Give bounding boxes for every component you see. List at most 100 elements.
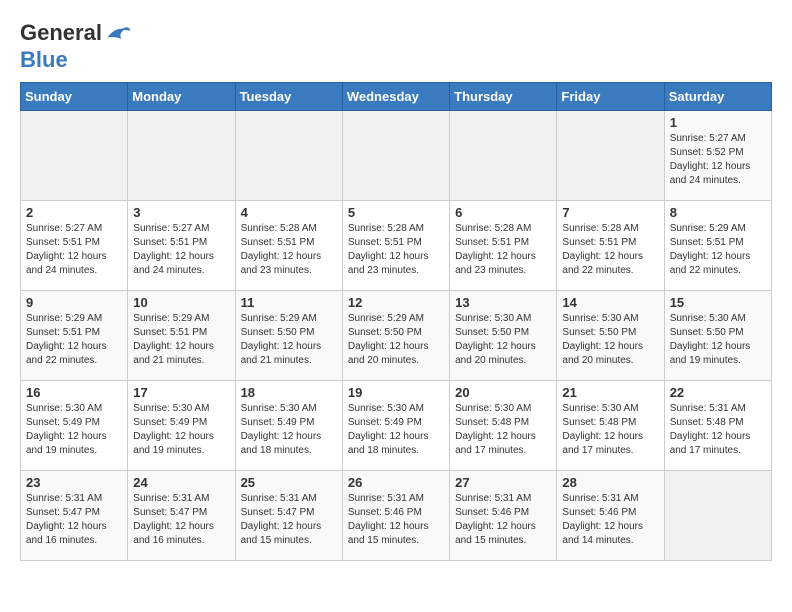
day-info: Sunrise: 5:31 AM Sunset: 5:46 PM Dayligh… — [455, 492, 551, 548]
day-cell: 27 Sunrise: 5:31 AM Sunset: 5:46 PM Dayli… — [450, 471, 557, 561]
day-number: 2 — [26, 205, 122, 220]
day-cell — [21, 111, 128, 201]
day-info: Sunrise: 5:29 AM Sunset: 5:51 PM Dayligh… — [26, 312, 122, 368]
day-number: 12 — [348, 295, 444, 310]
page-header: GeneralBlue — [20, 20, 772, 72]
day-cell: 24 Sunrise: 5:31 AM Sunset: 5:47 PM Dayli… — [128, 471, 235, 561]
week-row-3: 9 Sunrise: 5:29 AM Sunset: 5:51 PM Daylig… — [21, 291, 772, 381]
day-cell: 23 Sunrise: 5:31 AM Sunset: 5:47 PM Dayli… — [21, 471, 128, 561]
day-info: Sunrise: 5:29 AM Sunset: 5:51 PM Dayligh… — [670, 222, 766, 278]
day-cell — [557, 111, 664, 201]
day-number: 15 — [670, 295, 766, 310]
day-number: 16 — [26, 385, 122, 400]
day-cell: 15 Sunrise: 5:30 AM Sunset: 5:50 PM Dayli… — [664, 291, 771, 381]
logo-bird-icon — [104, 20, 132, 48]
day-cell: 4Sunrise: 5:28 AM Sunset: 5:51 PM Daylig… — [235, 201, 342, 291]
day-info: Sunrise: 5:27 AM Sunset: 5:51 PM Dayligh… — [26, 222, 122, 278]
day-number: 6 — [455, 205, 551, 220]
day-cell — [450, 111, 557, 201]
day-number: 3 — [133, 205, 229, 220]
day-cell: 9 Sunrise: 5:29 AM Sunset: 5:51 PM Daylig… — [21, 291, 128, 381]
day-cell: 20 Sunrise: 5:30 AM Sunset: 5:48 PM Dayli… — [450, 381, 557, 471]
logo: GeneralBlue — [20, 20, 132, 72]
header-cell-tuesday: Tuesday — [235, 83, 342, 111]
day-info: Sunrise: 5:29 AM Sunset: 5:51 PM Dayligh… — [133, 312, 229, 368]
header-cell-saturday: Saturday — [664, 83, 771, 111]
day-cell: 19 Sunrise: 5:30 AM Sunset: 5:49 PM Dayli… — [342, 381, 449, 471]
day-cell: 17Sunrise: 5:30 AM Sunset: 5:49 PM Dayli… — [128, 381, 235, 471]
day-number: 13 — [455, 295, 551, 310]
day-cell — [235, 111, 342, 201]
day-number: 19 — [348, 385, 444, 400]
day-number: 21 — [562, 385, 658, 400]
day-cell — [342, 111, 449, 201]
day-info: Sunrise: 5:27 AM Sunset: 5:51 PM Dayligh… — [133, 222, 229, 278]
day-number: 1 — [670, 115, 766, 130]
calendar-table: SundayMondayTuesdayWednesdayThursdayFrid… — [20, 82, 772, 561]
header-cell-friday: Friday — [557, 83, 664, 111]
day-info: Sunrise: 5:31 AM Sunset: 5:47 PM Dayligh… — [133, 492, 229, 548]
day-info: Sunrise: 5:30 AM Sunset: 5:48 PM Dayligh… — [455, 402, 551, 458]
week-row-4: 16 Sunrise: 5:30 AM Sunset: 5:49 PM Dayli… — [21, 381, 772, 471]
day-cell: 12 Sunrise: 5:29 AM Sunset: 5:50 PM Dayli… — [342, 291, 449, 381]
week-row-5: 23 Sunrise: 5:31 AM Sunset: 5:47 PM Dayli… — [21, 471, 772, 561]
day-info: Sunrise: 5:28 AM Sunset: 5:51 PM Dayligh… — [348, 222, 444, 278]
day-number: 7 — [562, 205, 658, 220]
day-number: 10 — [133, 295, 229, 310]
day-number: 9 — [26, 295, 122, 310]
header-cell-wednesday: Wednesday — [342, 83, 449, 111]
logo-blue: Blue — [20, 47, 68, 72]
day-cell: 8 Sunrise: 5:29 AM Sunset: 5:51 PM Daylig… — [664, 201, 771, 291]
day-cell — [664, 471, 771, 561]
day-number: 14 — [562, 295, 658, 310]
day-cell: 11Sunrise: 5:29 AM Sunset: 5:50 PM Dayli… — [235, 291, 342, 381]
day-cell: 5 Sunrise: 5:28 AM Sunset: 5:51 PM Daylig… — [342, 201, 449, 291]
day-info: Sunrise: 5:31 AM Sunset: 5:46 PM Dayligh… — [348, 492, 444, 548]
day-info: Sunrise: 5:31 AM Sunset: 5:46 PM Dayligh… — [562, 492, 658, 548]
header-cell-thursday: Thursday — [450, 83, 557, 111]
day-number: 26 — [348, 475, 444, 490]
day-number: 22 — [670, 385, 766, 400]
day-cell: 22 Sunrise: 5:31 AM Sunset: 5:48 PM Dayli… — [664, 381, 771, 471]
day-cell: 28 Sunrise: 5:31 AM Sunset: 5:46 PM Dayli… — [557, 471, 664, 561]
day-info: Sunrise: 5:31 AM Sunset: 5:47 PM Dayligh… — [241, 492, 337, 548]
day-cell — [128, 111, 235, 201]
day-cell: 1 Sunrise: 5:27 AM Sunset: 5:52 PM Daylig… — [664, 111, 771, 201]
day-info: Sunrise: 5:30 AM Sunset: 5:50 PM Dayligh… — [670, 312, 766, 368]
day-cell: 10 Sunrise: 5:29 AM Sunset: 5:51 PM Dayli… — [128, 291, 235, 381]
week-row-2: 2 Sunrise: 5:27 AM Sunset: 5:51 PM Daylig… — [21, 201, 772, 291]
day-info: Sunrise: 5:30 AM Sunset: 5:49 PM Dayligh… — [133, 402, 229, 458]
day-cell: 16 Sunrise: 5:30 AM Sunset: 5:49 PM Dayli… — [21, 381, 128, 471]
day-cell: 18Sunrise: 5:30 AM Sunset: 5:49 PM Dayli… — [235, 381, 342, 471]
day-number: 25 — [241, 475, 337, 490]
day-info: Sunrise: 5:27 AM Sunset: 5:52 PM Dayligh… — [670, 132, 766, 188]
day-cell: 14 Sunrise: 5:30 AM Sunset: 5:50 PM Dayli… — [557, 291, 664, 381]
day-info: Sunrise: 5:31 AM Sunset: 5:48 PM Dayligh… — [670, 402, 766, 458]
header-row: SundayMondayTuesdayWednesdayThursdayFrid… — [21, 83, 772, 111]
day-info: Sunrise: 5:30 AM Sunset: 5:49 PM Dayligh… — [348, 402, 444, 458]
day-info: Sunrise: 5:30 AM Sunset: 5:48 PM Dayligh… — [562, 402, 658, 458]
day-info: Sunrise: 5:28 AM Sunset: 5:51 PM Dayligh… — [562, 222, 658, 278]
day-number: 24 — [133, 475, 229, 490]
day-number: 28 — [562, 475, 658, 490]
day-info: Sunrise: 5:30 AM Sunset: 5:49 PM Dayligh… — [241, 402, 337, 458]
day-cell: 7 Sunrise: 5:28 AM Sunset: 5:51 PM Daylig… — [557, 201, 664, 291]
day-info: Sunrise: 5:31 AM Sunset: 5:47 PM Dayligh… — [26, 492, 122, 548]
week-row-1: 1 Sunrise: 5:27 AM Sunset: 5:52 PM Daylig… — [21, 111, 772, 201]
logo-text: GeneralBlue — [20, 20, 132, 72]
logo-general: General — [20, 20, 102, 45]
day-info: Sunrise: 5:30 AM Sunset: 5:50 PM Dayligh… — [562, 312, 658, 368]
header-cell-monday: Monday — [128, 83, 235, 111]
day-info: Sunrise: 5:30 AM Sunset: 5:49 PM Dayligh… — [26, 402, 122, 458]
day-number: 20 — [455, 385, 551, 400]
header-cell-sunday: Sunday — [21, 83, 128, 111]
day-number: 27 — [455, 475, 551, 490]
day-info: Sunrise: 5:28 AM Sunset: 5:51 PM Dayligh… — [455, 222, 551, 278]
day-number: 5 — [348, 205, 444, 220]
day-cell: 3 Sunrise: 5:27 AM Sunset: 5:51 PM Daylig… — [128, 201, 235, 291]
day-cell: 6 Sunrise: 5:28 AM Sunset: 5:51 PM Daylig… — [450, 201, 557, 291]
day-number: 23 — [26, 475, 122, 490]
day-info: Sunrise: 5:29 AM Sunset: 5:50 PM Dayligh… — [348, 312, 444, 368]
day-number: 8 — [670, 205, 766, 220]
day-info: Sunrise: 5:28 AM Sunset: 5:51 PM Dayligh… — [241, 222, 337, 278]
